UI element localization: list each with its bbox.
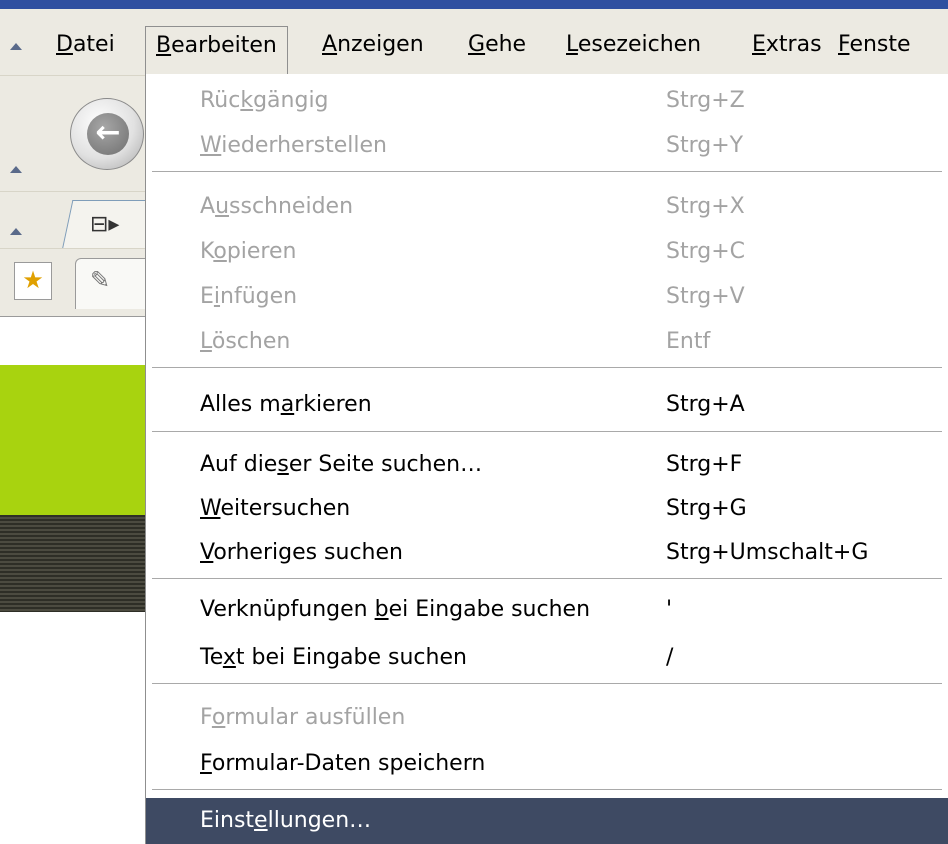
menu-lesezeichen[interactable]: Lesezeichen [556, 26, 711, 66]
menu-item-alles-markieren[interactable]: Alles markieren Strg+A [146, 382, 948, 428]
menu-item-shortcut: Strg+Z [666, 88, 745, 113]
edit-menu-dropdown: Rückgängig Strg+Z Wiederherstellen Strg+… [145, 74, 948, 844]
menu-item-label: Text bei Eingabe suchen [200, 645, 467, 670]
menu-anzeigen[interactable]: Anzeigen [312, 26, 434, 66]
menu-label: nzeigen [337, 32, 424, 57]
menu-item-shortcut: ' [666, 597, 673, 622]
menu-label: xtras [765, 32, 822, 57]
menu-accel: G [468, 32, 486, 57]
menu-item-label: Wiederherstellen [200, 133, 387, 158]
menu-accel: E [752, 32, 766, 57]
menu-item-auf-seite-suchen[interactable]: Auf dieser Seite suchen… Strg+F [146, 442, 948, 488]
menu-item-label: Formular-Daten speichern [200, 751, 486, 776]
menu-label: earbeiten [171, 33, 277, 58]
menu-item-label: Alles markieren [200, 392, 372, 417]
menu-item-label: Ausschneiden [200, 194, 354, 219]
menu-item-shortcut: Strg+V [666, 284, 745, 309]
menu-item-label: Formular ausfüllen [200, 705, 406, 730]
menu-item-shortcut: Strg+Y [666, 133, 744, 158]
menu-fenster[interactable]: Fenste [828, 26, 911, 66]
menu-item-label: Einfügen [200, 284, 298, 309]
menu-datei[interactable]: Datei [46, 26, 125, 66]
page-content-banner [0, 365, 145, 515]
menu-item-text-suchen[interactable]: Text bei Eingabe suchen / [146, 635, 948, 681]
menu-item-formular-ausfuellen[interactable]: Formular ausfüllen [146, 695, 948, 741]
menu-item-kopieren[interactable]: Kopieren Strg+C [146, 229, 948, 275]
menu-item-label: Vorheriges suchen [200, 540, 403, 565]
back-arrow-icon: ← [87, 113, 129, 155]
menu-item-shortcut: Entf [666, 329, 711, 354]
menu-label: enste [849, 32, 911, 57]
menu-item-rueckgaengig[interactable]: Rückgängig Strg+Z [146, 78, 948, 124]
menu-accel: D [56, 32, 73, 57]
menu-item-verknuepfungen-suchen[interactable]: Verknüpfungen bei Eingabe suchen ' [146, 587, 948, 633]
menu-item-label: Weitersuchen [200, 496, 351, 521]
menu-item-ausschneiden[interactable]: Ausschneiden Strg+X [146, 184, 948, 230]
menu-item-shortcut: Strg+A [666, 392, 745, 417]
menu-accel: L [566, 32, 578, 57]
menu-item-formular-daten-speichern[interactable]: Formular-Daten speichern [146, 741, 948, 787]
back-button[interactable]: ← [70, 98, 144, 170]
menu-item-label: Rückgängig [200, 88, 329, 113]
toolbar-grip-icon[interactable] [10, 43, 22, 50]
menu-item-loeschen[interactable]: Löschen Entf [146, 319, 948, 365]
menu-item-einfuegen[interactable]: Einfügen Strg+V [146, 274, 948, 320]
menu-bar: Datei Bearbeiten Anzeigen Gehe Lesezeich… [0, 9, 948, 76]
menu-accel: B [156, 33, 172, 58]
toolbar-grip-icon[interactable] [10, 228, 22, 235]
menu-item-shortcut: Strg+X [666, 194, 745, 219]
menu-item-einstellungen[interactable]: Einstellungen… [146, 798, 948, 844]
menu-item-shortcut: / [666, 645, 674, 670]
menu-separator [152, 367, 942, 369]
window-top-edge [0, 0, 948, 9]
menu-item-label: Einstellungen… [200, 808, 372, 833]
menu-separator [152, 789, 942, 791]
menu-separator [152, 171, 942, 173]
menu-accel: F [838, 32, 850, 57]
menu-item-label: Verknüpfungen bei Eingabe suchen [200, 597, 591, 622]
menu-item-label: Löschen [200, 329, 291, 354]
new-bookmark-icon[interactable]: ★ [14, 262, 52, 300]
menu-label: ehe [485, 32, 527, 57]
menu-item-label: Kopieren [200, 239, 297, 264]
menu-item-vorheriges-suchen[interactable]: Vorheriges suchen Strg+Umschalt+G [146, 530, 948, 576]
menu-item-shortcut: Strg+Umschalt+G [666, 540, 869, 565]
menu-gehe[interactable]: Gehe [458, 26, 536, 66]
tab-list-icon[interactable]: ⊟▸ [90, 212, 119, 237]
menu-item-label: Auf dieser Seite suchen… [200, 452, 483, 477]
menu-separator [152, 578, 942, 580]
menu-extras[interactable]: Extras [742, 26, 832, 66]
toolbar-grip-icon[interactable] [10, 166, 22, 173]
page-content-stripes [0, 515, 145, 612]
menu-bearbeiten[interactable]: Bearbeiten [145, 26, 288, 74]
bookmark-tab[interactable] [75, 258, 147, 309]
menu-item-wiederherstellen[interactable]: Wiederherstellen Strg+Y [146, 123, 948, 169]
menu-label: esezeichen [577, 32, 702, 57]
menu-accel: A [322, 32, 338, 57]
menu-separator [152, 683, 942, 685]
menu-item-shortcut: Strg+C [666, 239, 746, 264]
menu-label: atei [72, 32, 115, 57]
menu-item-shortcut: Strg+G [666, 496, 747, 521]
menu-item-shortcut: Strg+F [666, 452, 743, 477]
menu-separator [152, 431, 942, 433]
menu-item-weitersuchen[interactable]: Weitersuchen Strg+G [146, 486, 948, 532]
pin-icon[interactable]: ✎ [90, 266, 110, 294]
